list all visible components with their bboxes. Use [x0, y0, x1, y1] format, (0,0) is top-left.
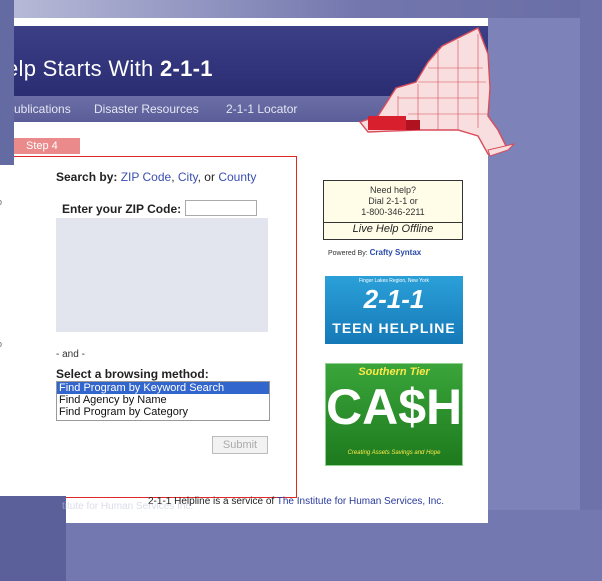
city-link[interactable]: City: [178, 170, 198, 184]
teen-helpline-title: TEEN HELPLINE: [332, 320, 456, 336]
county-link[interactable]: County: [218, 170, 256, 184]
nav-disaster-resources[interactable]: Disaster Resources: [94, 102, 199, 116]
browse-option-agency[interactable]: Find Agency by Name: [57, 394, 269, 406]
browse-method-list[interactable]: Find Program by Keyword Search Find Agen…: [56, 381, 270, 421]
live-help-status: Live Help Offline: [324, 222, 462, 239]
live-help-line-3: 1-800-346-2211: [361, 207, 425, 217]
separator: , or: [197, 170, 219, 184]
live-help-line-1: Need help?: [369, 185, 417, 195]
background-bottom-block: [0, 496, 66, 581]
and-separator: - and -: [56, 349, 85, 360]
teen-helpline-banner[interactable]: Finger Lakes Region, New York 2-1-1 TEEN…: [325, 276, 463, 344]
browse-option-keyword[interactable]: Find Program by Keyword Search: [57, 382, 269, 394]
powered-by-brand[interactable]: Crafty Syntax: [370, 248, 422, 257]
nav-publications[interactable]: Publications: [6, 102, 71, 116]
separator: ,: [171, 170, 178, 184]
search-by-line: Search by: ZIP Code, City, or County: [56, 170, 256, 184]
nav-211-locator[interactable]: 2-1-1 Locator: [226, 102, 297, 116]
cash-region: Southern Tier: [358, 366, 430, 378]
site-title: elp Starts With 2-1-1: [6, 56, 213, 82]
background-top: [0, 0, 602, 18]
powered-by: Powered By: Crafty Syntax: [328, 248, 421, 257]
cash-tagline: Creating Assets Savings and Hope: [347, 450, 441, 456]
site-title-number: 2-1-1: [159, 56, 213, 81]
cash-logo-text: CA$H: [326, 379, 463, 435]
ghost-footer-text: titute for Human Services Inc.: [62, 501, 194, 512]
new-york-map-icon: [358, 27, 516, 157]
institute-link[interactable]: The Institute for Human Services, Inc.: [277, 496, 444, 507]
step-4-label: Step 4: [26, 140, 58, 152]
results-area: [56, 218, 268, 332]
zip-code-label: Enter your ZIP Code:: [62, 202, 182, 216]
zip-code-input[interactable]: [185, 200, 257, 216]
live-help-box[interactable]: Need help? Dial 2-1-1 or 1-800-346-2211 …: [323, 180, 463, 240]
browse-option-category[interactable]: Find Program by Category: [57, 406, 269, 418]
browse-method-label: Select a browsing method:: [56, 367, 209, 381]
zip-code-link[interactable]: ZIP Code: [121, 170, 171, 184]
clipped-text-fragment: o: [0, 197, 2, 207]
clipped-text-fragment: o: [0, 339, 2, 349]
background-right: [580, 0, 602, 581]
live-help-line-2: Dial 2-1-1 or: [368, 196, 418, 206]
submit-button[interactable]: Submit: [212, 436, 268, 454]
background-left-block: [0, 0, 14, 165]
teen-helpline-number: 2-1-1: [363, 284, 425, 314]
cash-banner[interactable]: Southern Tier CA$H Creating Assets Savin…: [325, 363, 463, 466]
search-by-label: Search by:: [56, 170, 118, 184]
site-title-text: elp Starts With: [6, 56, 160, 81]
powered-by-label: Powered By:: [328, 250, 368, 257]
